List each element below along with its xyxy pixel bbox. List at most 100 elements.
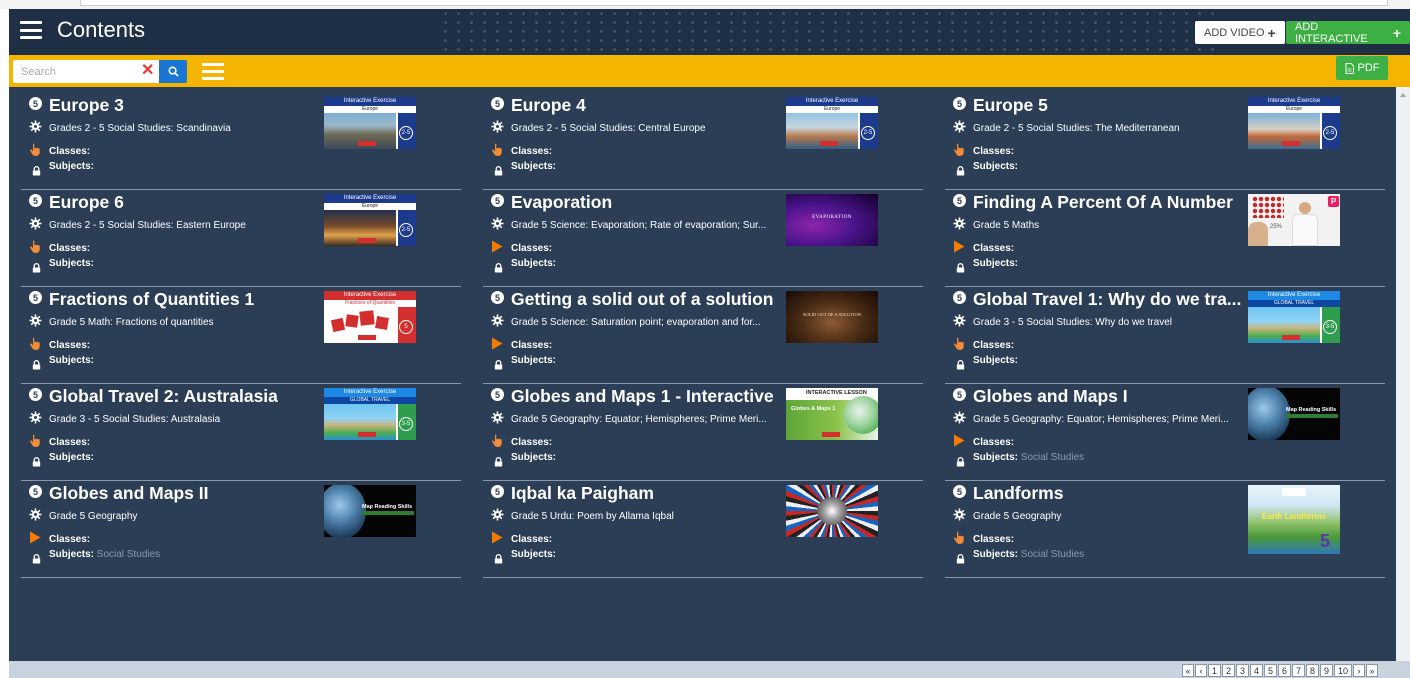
scroll-up-arrow-icon[interactable] <box>1400 93 1406 97</box>
thumb-grade-badge: 5 <box>399 320 413 334</box>
add-video-button[interactable]: ADD VIDEO + <box>1195 21 1285 44</box>
thumb-start-button <box>1282 335 1300 340</box>
clear-search-icon[interactable]: ✕ <box>141 62 154 80</box>
page-button[interactable]: 3 <box>1236 664 1249 677</box>
classes-label: Classes: <box>49 146 91 157</box>
thumbnail-image[interactable]: 25% P <box>1248 194 1340 246</box>
page-button[interactable]: 6 <box>1278 664 1291 677</box>
page-button[interactable]: 4 <box>1250 664 1263 677</box>
content-card[interactable]: 5 Getting a solid out of a solution Grade … <box>483 287 923 384</box>
content-card[interactable]: 5 Globes and Maps II Grade 5 Geography Clas… <box>21 481 461 578</box>
thumbnail-image[interactable]: Interactive Exercise Fractions of Quantit… <box>324 291 416 343</box>
classes-label: Classes: <box>973 243 1015 254</box>
page-button[interactable]: 9 <box>1320 664 1333 677</box>
content-card[interactable]: 5 Iqbal ka Paigham Grade 5 Urdu: Poem by A… <box>483 481 923 578</box>
content-card[interactable]: 5 Global Travel 1: Why do we tra... Grade … <box>945 287 1385 384</box>
thumb-subtitle: Europe <box>823 106 841 112</box>
grade-number-icon: 5 <box>953 388 966 401</box>
thumbnail-image[interactable]: Interactive Exercise GLOBAL TRAVEL 3-5 <box>324 388 416 440</box>
thumb-start-button <box>820 141 838 146</box>
page-button[interactable]: 8 <box>1306 664 1319 677</box>
search-button[interactable] <box>159 60 187 83</box>
hand-pointer-icon <box>29 240 43 254</box>
thumbnail-image[interactable]: SOLID OUT OF A SOLUTION <box>786 291 878 343</box>
gear-icon[interactable] <box>953 508 966 521</box>
plus-icon: + <box>1267 24 1276 41</box>
thumbnail-image[interactable]: Map Reading Skills <box>324 485 416 537</box>
content-card[interactable]: 5 Globes and Maps I Grade 5 Geography: Equ… <box>945 384 1385 481</box>
grade-number-icon: 5 <box>29 97 42 110</box>
thumbnail-image[interactable]: Interactive Exercise GLOBAL TRAVEL 3-5 <box>1248 291 1340 343</box>
content-card[interactable]: 5 Evaporation Grade 5 Science: Evaporation… <box>483 190 923 287</box>
content-card[interactable]: 5 Europe 3 Grades 2 - 5 Social Studies: Sc… <box>21 93 461 190</box>
thumbnail-image[interactable]: Earth Landforms 5 <box>1248 485 1340 554</box>
pdf-button[interactable]: PDF <box>1336 56 1388 80</box>
gear-icon[interactable] <box>29 120 42 133</box>
gear-icon[interactable] <box>953 314 966 327</box>
gear-icon[interactable] <box>29 508 42 521</box>
lock-icon <box>494 454 503 467</box>
content-card[interactable]: 5 Europe 6 Grades 2 - 5 Social Studies: Ea… <box>21 190 461 287</box>
list-view-icon[interactable] <box>202 63 224 80</box>
browser-top-strip <box>0 0 1410 9</box>
thumbnail-image[interactable]: EVAPORATION <box>786 194 878 246</box>
content-card[interactable]: 5 Landforms Grade 5 Geography Classes: Subje… <box>945 481 1385 578</box>
search-input[interactable] <box>13 60 133 83</box>
page-button[interactable]: 2 <box>1222 664 1235 677</box>
classes-label: Classes: <box>511 146 553 157</box>
play-icon <box>491 531 505 545</box>
lock-icon <box>494 163 503 176</box>
thumbnail-image[interactable]: Interactive Exercise Europe 2-5 <box>786 97 878 149</box>
page-button[interactable]: « <box>1182 664 1194 677</box>
add-interactive-button[interactable]: ADD INTERACTIVE + <box>1286 21 1410 45</box>
thumbnail-image[interactable]: Map Reading Skills <box>1248 388 1340 440</box>
gear-icon[interactable] <box>29 217 42 230</box>
gear-icon[interactable] <box>29 314 42 327</box>
scrollbar[interactable] <box>1396 87 1410 661</box>
subjects-row: Subjects: <box>973 355 1018 366</box>
page-button[interactable]: › <box>1353 664 1365 677</box>
thumb-caption: EVAPORATION <box>812 215 852 220</box>
page-button[interactable]: 5 <box>1264 664 1277 677</box>
gear-icon[interactable] <box>491 217 504 230</box>
thumb-grade-badge: 2-5 <box>1323 126 1337 140</box>
gear-icon[interactable] <box>953 120 966 133</box>
content-card[interactable]: 5 Global Travel 2: Australasia Grade 3 - 5… <box>21 384 461 481</box>
gear-icon[interactable] <box>491 120 504 133</box>
content-card[interactable]: 5 Europe 5 Grade 2 - 5 Social Studies: The… <box>945 93 1385 190</box>
thumbnail-image[interactable]: Interactive Exercise Europe 2-5 <box>1248 97 1340 149</box>
page-button[interactable]: » <box>1366 664 1378 677</box>
page-button[interactable]: ‹ <box>1195 664 1207 677</box>
gear-icon[interactable] <box>491 314 504 327</box>
thumbnail-image[interactable] <box>786 485 878 537</box>
page-button[interactable]: 10 <box>1334 664 1352 677</box>
thumbnail-image[interactable]: INTERACTIVE LESSON Globes & Maps 1 <box>786 388 878 440</box>
page-button[interactable]: 1 <box>1208 664 1221 677</box>
gear-icon[interactable] <box>953 217 966 230</box>
gear-icon[interactable] <box>953 411 966 424</box>
grade-number-icon: 5 <box>29 388 42 401</box>
grade-number-icon: 5 <box>29 485 42 498</box>
pagination: «‹ 1 2 3 4 5 6 7 8 9 10 ›» <box>9 661 1410 678</box>
thumbnail-image[interactable]: Interactive Exercise Europe 2-5 <box>324 194 416 246</box>
page-title: Contents <box>57 17 146 42</box>
thumbnail-image[interactable]: Interactive Exercise Europe 2-5 <box>324 97 416 149</box>
thumb-caption: Map Reading Skills <box>362 504 413 510</box>
content-card[interactable]: 5 Finding A Percent Of A Number Grade 5 Ma… <box>945 190 1385 287</box>
subjects-label: Subjects: <box>511 161 557 172</box>
play-icon <box>29 531 43 545</box>
thumb-dots-grid <box>1252 196 1284 218</box>
lock-icon <box>32 260 41 273</box>
hamburger-menu-icon[interactable] <box>20 21 42 39</box>
gear-icon[interactable] <box>491 508 504 521</box>
gear-icon[interactable] <box>491 411 504 424</box>
lock-icon <box>494 260 503 273</box>
content-card[interactable]: 5 Fractions of Quantities 1 Grade 5 Math: … <box>21 287 461 384</box>
content-card[interactable]: 5 Globes and Maps 1 - Interactive Grade 5 … <box>483 384 923 481</box>
card-description: Grade 3 - 5 Social Studies: Australasia <box>49 414 221 425</box>
page-button[interactable]: 7 <box>1292 664 1305 677</box>
content-card[interactable]: 5 Europe 4 Grades 2 - 5 Social Studies: Ce… <box>483 93 923 190</box>
gear-icon[interactable] <box>29 411 42 424</box>
thumb-banner: Interactive Exercise <box>324 388 416 397</box>
classes-label: Classes: <box>511 340 553 351</box>
